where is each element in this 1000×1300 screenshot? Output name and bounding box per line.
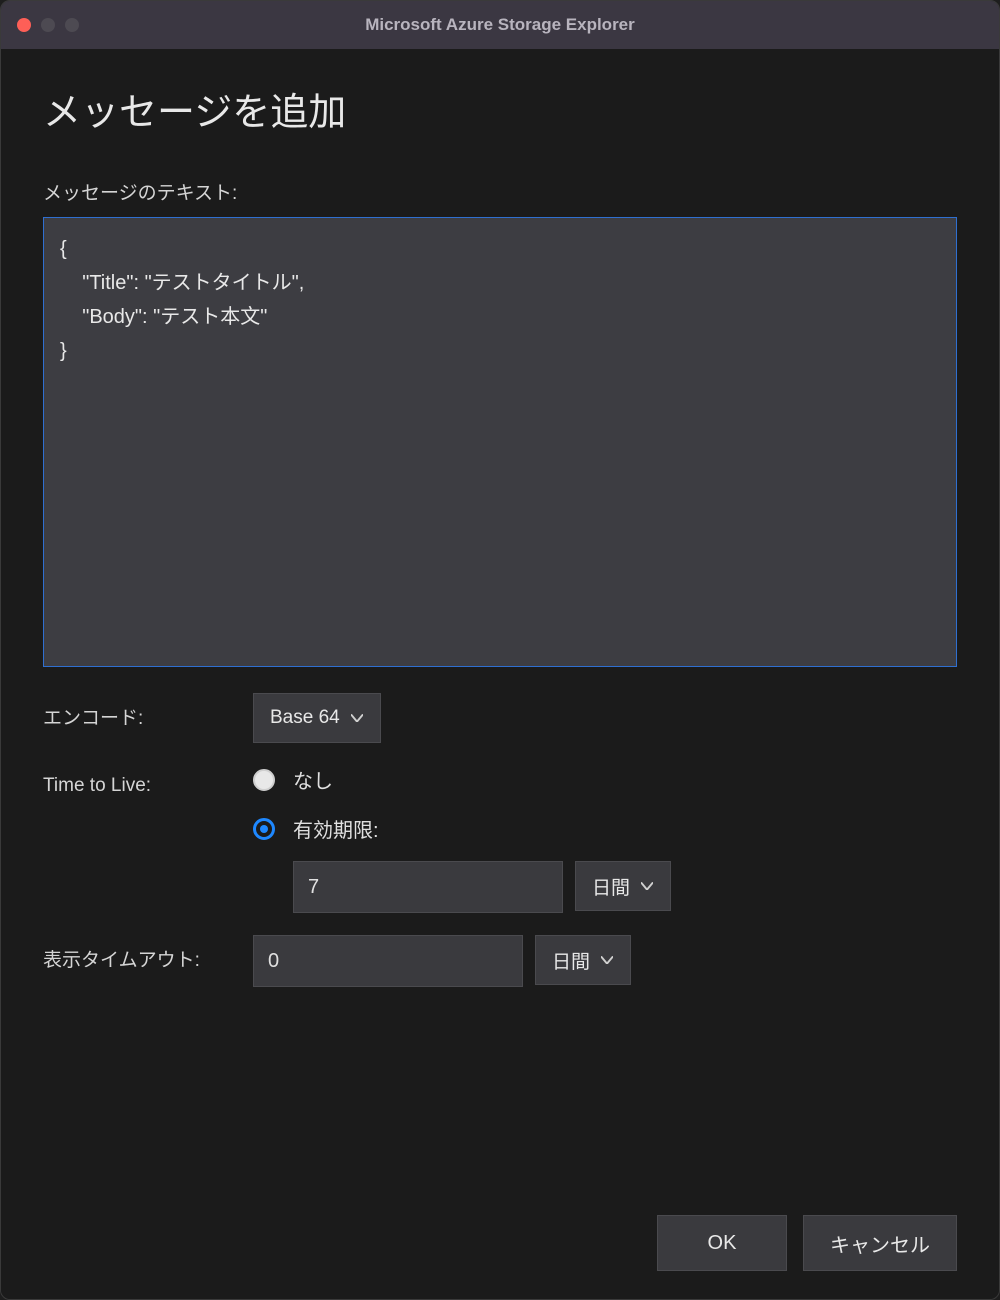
cancel-button[interactable]: キャンセル bbox=[803, 1215, 957, 1271]
message-text-input[interactable] bbox=[43, 217, 957, 667]
ttl-label: Time to Live: bbox=[43, 765, 253, 797]
close-window-icon[interactable] bbox=[17, 18, 31, 32]
ttl-radio-group: なし 有効期限: 日間 bbox=[253, 765, 957, 913]
ttl-radio-none[interactable] bbox=[253, 769, 275, 791]
ttl-unit-select[interactable]: 日間 bbox=[575, 861, 671, 911]
ttl-option-none-label: なし bbox=[293, 765, 333, 794]
encoding-value: Base 64 bbox=[270, 707, 340, 729]
window-title: Microsoft Azure Storage Explorer bbox=[1, 15, 999, 35]
encoding-label: エンコード: bbox=[43, 693, 253, 730]
maximize-window-icon[interactable] bbox=[65, 18, 79, 32]
dialog-footer: OK キャンセル bbox=[43, 1195, 957, 1271]
ok-button[interactable]: OK bbox=[657, 1215, 787, 1271]
window-controls bbox=[17, 18, 79, 32]
chevron-down-icon bbox=[600, 953, 614, 967]
titlebar: Microsoft Azure Storage Explorer bbox=[1, 1, 999, 49]
chevron-down-icon bbox=[640, 879, 654, 893]
visibility-timeout-unit-select[interactable]: 日間 bbox=[535, 935, 631, 985]
dialog-heading: メッセージを追加 bbox=[43, 81, 957, 136]
ttl-value-input[interactable] bbox=[293, 861, 563, 913]
ttl-radio-expires[interactable] bbox=[253, 818, 275, 840]
message-text-label: メッセージのテキスト: bbox=[43, 178, 957, 205]
app-window: Microsoft Azure Storage Explorer メッセージを追… bbox=[0, 0, 1000, 1300]
dialog-content: メッセージを追加 メッセージのテキスト: エンコード: Base 64 Time… bbox=[1, 49, 999, 1299]
visibility-timeout-unit-value: 日間 bbox=[552, 947, 590, 974]
visibility-timeout-input[interactable] bbox=[253, 935, 523, 987]
ttl-unit-value: 日間 bbox=[592, 873, 630, 900]
visibility-timeout-label: 表示タイムアウト: bbox=[43, 935, 253, 972]
ttl-option-expires-label: 有効期限: bbox=[293, 814, 379, 843]
chevron-down-icon bbox=[350, 711, 364, 725]
minimize-window-icon[interactable] bbox=[41, 18, 55, 32]
encoding-select[interactable]: Base 64 bbox=[253, 693, 381, 743]
